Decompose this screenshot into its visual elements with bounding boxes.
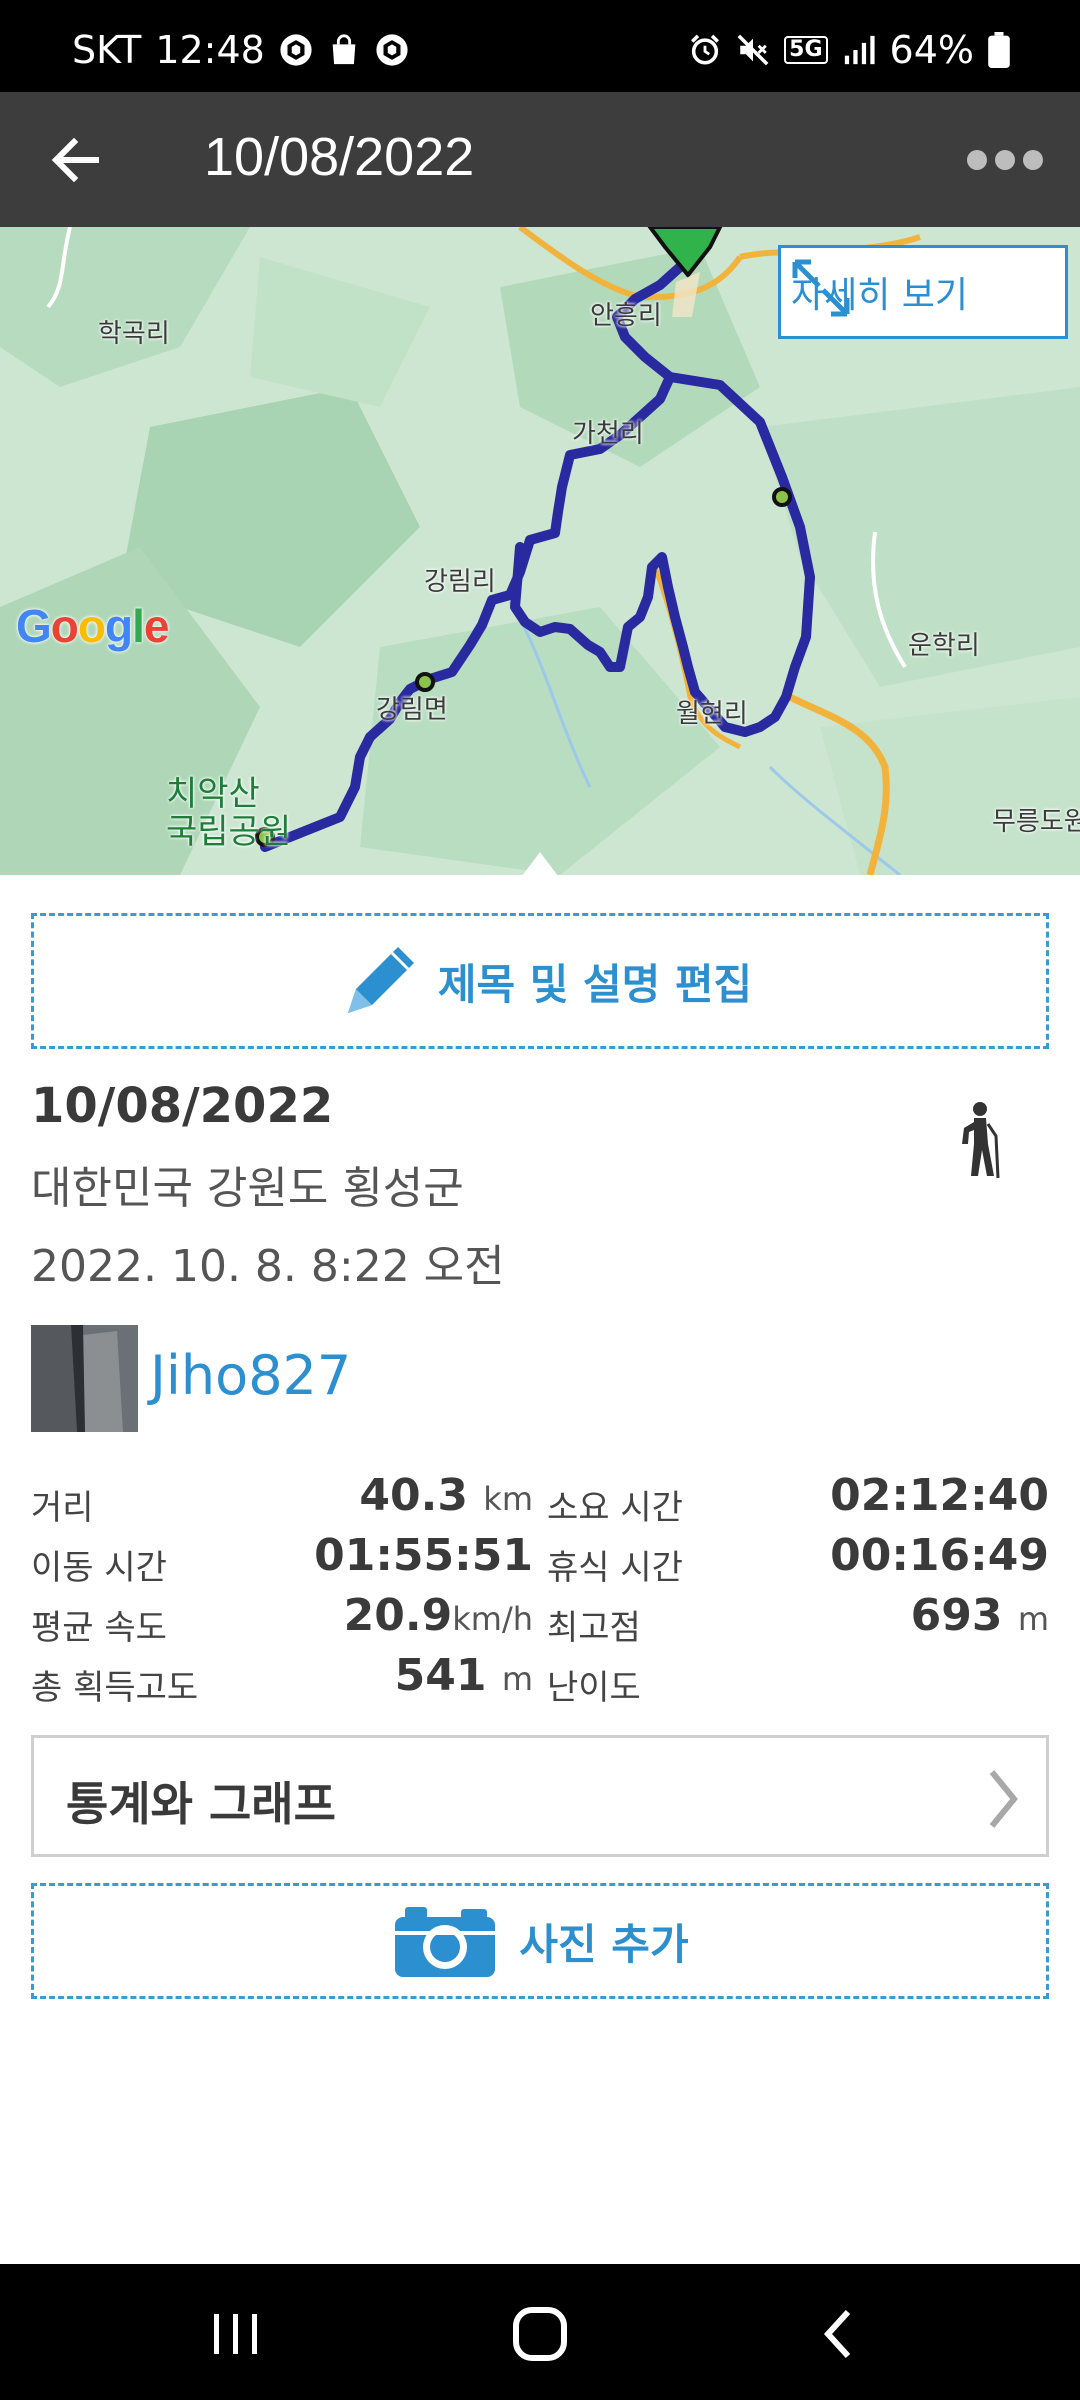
total-ascent-value: 541 m xyxy=(395,1650,533,1701)
page-title: 10/08/2022 xyxy=(204,127,475,187)
map-place-label: 월현리 xyxy=(676,699,748,729)
max-elevation-number: 693 xyxy=(910,1590,1003,1641)
network-type: 5G xyxy=(784,36,828,64)
carrier-label: SKT xyxy=(72,28,142,72)
park-label-line1: 치악산 xyxy=(166,774,260,814)
map-place-label: 운학리 xyxy=(908,631,980,661)
max-elevation-label: 최고점 xyxy=(547,1608,641,1648)
total-ascent-unit: m xyxy=(501,1660,533,1698)
map-place-label: 안흥리 xyxy=(590,301,662,331)
map-pointer xyxy=(522,852,558,876)
distance-value: 40.3 km xyxy=(359,1470,533,1521)
status-left: SKT 12:48 xyxy=(72,28,409,72)
avg-speed-unit: km/h xyxy=(452,1600,533,1638)
distance-unit: km xyxy=(483,1480,533,1518)
stats-row: 이동 시간 01:55:51 휴식 시간 00:16:49 xyxy=(31,1528,1049,1588)
more-dot xyxy=(967,150,987,170)
park-label-line2: 국립공원 xyxy=(166,812,292,852)
camera-icon xyxy=(395,1907,496,1977)
more-options-button[interactable] xyxy=(960,132,1050,188)
alarm-icon xyxy=(691,34,720,65)
back-button[interactable] xyxy=(40,120,120,200)
max-elevation-unit: m xyxy=(1017,1600,1049,1638)
route-map[interactable]: 자세히 보기 학곡리 안흥리 가천리 강림리 운학리 강림면 월현리 무릉도원 … xyxy=(0,227,1080,875)
google-attribution: Google xyxy=(16,600,169,652)
status-bar: SKT 12:48 5G 64% xyxy=(0,0,1080,92)
avg-speed-label: 평균 속도 xyxy=(31,1608,167,1648)
total-time-value: 02:12:40 xyxy=(830,1470,1049,1521)
total-time-label: 소요 시간 xyxy=(547,1488,683,1528)
record-datetime: 2022. 10. 8. 8:22 오전 xyxy=(31,1241,505,1292)
rest-time-value: 00:16:49 xyxy=(830,1530,1049,1581)
signal-icon xyxy=(844,35,875,65)
record-location: 대한민국 강원도 횡성군 xyxy=(31,1163,464,1214)
clock: 12:48 xyxy=(155,28,265,72)
screen: SKT 12:48 5G 64% 10/08/2022 자세히 보기 학곡리 안… xyxy=(0,0,1080,2400)
battery-icon xyxy=(988,32,1010,68)
view-details-button[interactable]: 자세히 보기 xyxy=(778,245,1068,339)
distance-number: 40.3 xyxy=(359,1470,468,1521)
home-button[interactable] xyxy=(500,2294,580,2374)
map-place-label: 학곡리 xyxy=(98,319,170,349)
recent-apps-icon xyxy=(214,2314,257,2354)
mute-icon xyxy=(737,34,769,66)
moving-time-value: 01:55:51 xyxy=(314,1530,533,1581)
home-icon xyxy=(513,2307,567,2361)
avg-speed-value: 20.9km/h xyxy=(344,1590,533,1641)
arrow-left-icon xyxy=(51,137,99,183)
stats-row: 총 획득고도 541 m 난이도 xyxy=(31,1648,1049,1708)
expand-icon xyxy=(792,259,850,317)
more-dot xyxy=(1023,150,1043,170)
record-title: 10/08/2022 xyxy=(31,1078,334,1134)
avatar[interactable] xyxy=(31,1325,138,1432)
add-photo-label: 사진 추가 xyxy=(519,1919,689,1969)
map-place-label: 강림면 xyxy=(376,695,448,725)
status-right: 5G 64% xyxy=(688,28,1010,72)
stats-and-graph-label: 통계와 그래프 xyxy=(66,1777,336,1831)
max-elevation-value: 693 m xyxy=(911,1590,1049,1641)
avatar-image xyxy=(31,1325,138,1432)
rest-time-label: 휴식 시간 xyxy=(547,1548,683,1588)
park-label: 치악산 국립공원 xyxy=(166,775,291,851)
stats-table: 거리 40.3 km 소요 시간 02:12:40 이동 시간 01:55:51… xyxy=(31,1468,1049,1708)
total-ascent-label: 총 획득고도 xyxy=(31,1668,199,1708)
map-place-label: 무릉도원 xyxy=(992,807,1080,837)
stats-and-graph-button[interactable]: 통계와 그래프 xyxy=(31,1735,1049,1857)
back-nav-button[interactable] xyxy=(800,2294,880,2374)
stats-row: 거리 40.3 km 소요 시간 02:12:40 xyxy=(31,1468,1049,1528)
pencil-icon xyxy=(347,947,414,1013)
map-place-label: 강림리 xyxy=(424,567,496,597)
distance-label: 거리 xyxy=(31,1488,94,1528)
chevron-left-icon xyxy=(823,2309,851,2359)
battery-percent: 64% xyxy=(889,28,974,72)
add-photo-button[interactable]: 사진 추가 xyxy=(31,1883,1049,1999)
username-link[interactable]: Jiho827 xyxy=(150,1344,351,1407)
recent-apps-button[interactable] xyxy=(196,2294,276,2374)
avg-speed-number: 20.9 xyxy=(343,1590,453,1641)
hiking-icon xyxy=(962,1102,1000,1179)
app-bar: 10/08/2022 xyxy=(0,92,1080,227)
cube-icon xyxy=(280,34,312,66)
stats-row: 평균 속도 20.9km/h 최고점 693 m xyxy=(31,1588,1049,1648)
more-dot xyxy=(995,150,1015,170)
system-navigation-bar xyxy=(0,2264,1080,2400)
chevron-right-icon xyxy=(989,1770,1018,1828)
difficulty-label: 난이도 xyxy=(547,1668,641,1708)
edit-title-description-label: 제목 및 설명 편집 xyxy=(437,959,753,1009)
edit-title-description-button[interactable]: 제목 및 설명 편집 xyxy=(31,913,1049,1049)
map-place-label: 가천리 xyxy=(572,419,644,449)
shopping-bag-icon xyxy=(332,34,356,65)
total-ascent-number: 541 xyxy=(394,1650,487,1701)
cube-icon xyxy=(376,34,408,66)
moving-time-label: 이동 시간 xyxy=(31,1548,167,1588)
